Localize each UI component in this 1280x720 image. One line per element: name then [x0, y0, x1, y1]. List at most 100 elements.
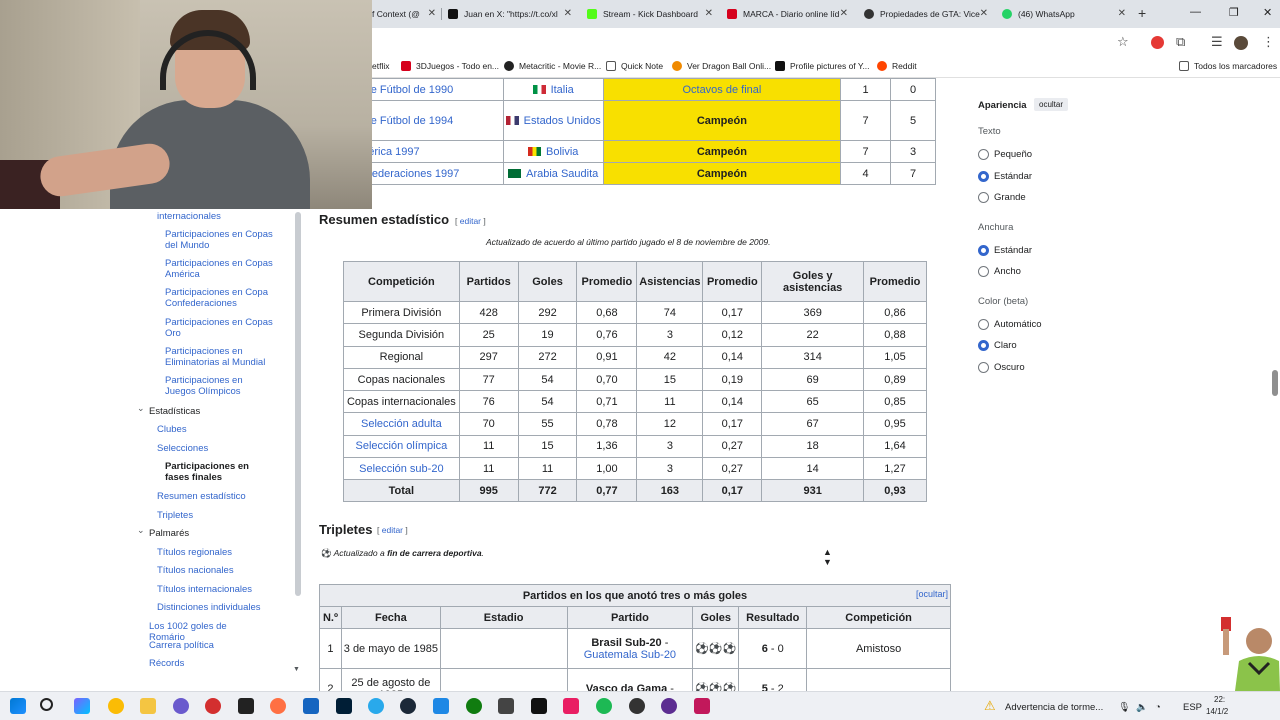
toc-item[interactable]: Títulos nacionales	[157, 565, 267, 576]
hide-table-link[interactable]: [ocultar]	[916, 589, 948, 599]
toc-scrollbar[interactable]	[295, 212, 301, 596]
file-explorer-icon[interactable]	[140, 698, 156, 714]
app-icon[interactable]	[270, 698, 286, 714]
radio-checked-icon[interactable]	[978, 244, 989, 256]
close-tab-icon[interactable]: ✕	[980, 8, 988, 19]
minimize-icon[interactable]: —	[1190, 6, 1201, 18]
restore-icon[interactable]: ❐	[1229, 6, 1239, 19]
warning-icon[interactable]: ⚠	[984, 698, 1000, 714]
edit-link-resumen[interactable]: [ editar ]	[455, 216, 486, 226]
radio-unchecked-icon[interactable]	[978, 318, 989, 330]
toc-item[interactable]: Récords	[149, 658, 259, 669]
radio-unchecked-icon[interactable]	[978, 192, 989, 203]
clock-time[interactable]: 22:	[1214, 695, 1225, 704]
copilot-icon[interactable]	[74, 698, 90, 714]
weather-alert[interactable]: Advertencia de torme...	[1005, 702, 1103, 713]
app-icon[interactable]	[563, 698, 579, 714]
capcut-icon[interactable]	[531, 698, 547, 714]
clock-date[interactable]: 14/1/2	[1206, 707, 1228, 716]
toc-item[interactable]: Estadísticas	[149, 406, 259, 417]
photoshop-icon[interactable]	[336, 698, 352, 714]
app-icon[interactable]	[661, 698, 677, 714]
note-link[interactable]: fin de carrera deportiva	[387, 548, 481, 558]
competition-cell[interactable]: Selección adulta	[343, 412, 460, 436]
bookmark-item[interactable]: 3DJuegos - Todo en...	[401, 61, 499, 71]
competition-cell[interactable]: Selección olímpica	[343, 434, 460, 459]
extensions-puzzle-icon[interactable]: ⧉	[1176, 34, 1185, 50]
extension-icon[interactable]	[1151, 36, 1164, 49]
browser-tab[interactable]: MARCA - Diario online líd ✕	[727, 4, 852, 24]
radio-unchecked-icon[interactable]	[978, 361, 989, 373]
appearance-radio-option[interactable]: Ancho	[978, 266, 1021, 277]
toc-item[interactable]: Participaciones en Copa Confederaciones	[165, 287, 275, 309]
close-window-icon[interactable]: ✕	[1263, 6, 1272, 19]
close-tab-icon[interactable]: ✕	[840, 8, 848, 19]
app-icon[interactable]	[205, 698, 221, 714]
avatar[interactable]	[1234, 36, 1248, 50]
app-icon[interactable]	[433, 698, 449, 714]
mic-icon[interactable]: 🎙	[1118, 702, 1130, 713]
toc-item[interactable]: Tripletes	[157, 510, 267, 521]
toc-item[interactable]: internacionales	[157, 211, 287, 222]
all-bookmarks-folder[interactable]: Todos los marcadores	[1179, 61, 1277, 71]
close-tab-icon[interactable]: ✕	[1118, 8, 1126, 19]
scroll-down-arrow-icon[interactable]: ▼	[293, 666, 300, 673]
toc-item[interactable]: Participaciones en Eliminatorias al Mund…	[165, 346, 275, 368]
bookmark-item[interactable]: etflix	[372, 61, 389, 71]
language-indicator[interactable]: ESP	[1183, 702, 1202, 713]
toc-item[interactable]: Palmarés	[149, 528, 259, 539]
edit-label[interactable]: editar	[382, 525, 403, 535]
reading-list-icon[interactable]: ☰	[1211, 34, 1223, 50]
chevron-down-icon[interactable]: ⌄	[137, 403, 145, 414]
wifi-icon[interactable]: ◔	[1155, 702, 1161, 713]
app-icon[interactable]	[498, 698, 514, 714]
close-tab-icon[interactable]: ✕	[564, 8, 572, 19]
browser-tab[interactable]: (46) WhatsApp ✕	[1002, 4, 1130, 24]
telegram-icon[interactable]	[368, 698, 384, 714]
toc-item[interactable]: Participaciones en Copas del Mundo	[165, 229, 275, 251]
app-icon[interactable]	[694, 698, 710, 714]
toc-item[interactable]: Participaciones en fases finales	[165, 461, 275, 483]
steam-icon[interactable]	[400, 698, 416, 714]
host-link[interactable]: Arabia Saudita	[526, 168, 598, 180]
xbox-icon[interactable]	[466, 698, 482, 714]
appearance-radio-option[interactable]: Claro	[978, 340, 1017, 351]
obs-icon[interactable]	[629, 698, 645, 714]
toc-item[interactable]: Carrera política	[149, 640, 259, 651]
appearance-radio-option[interactable]: Pequeño	[978, 149, 1032, 160]
new-tab-icon[interactable]: +	[1138, 5, 1146, 21]
browser-tab[interactable]: Stream - Kick Dashboard ✕	[587, 4, 717, 24]
browser-tab[interactable]: Propiedades de GTA: Vice ✕	[864, 4, 992, 24]
host-link[interactable]: Italia	[551, 84, 574, 96]
toc-item[interactable]: Títulos internacionales	[157, 584, 267, 595]
toc-item[interactable]: Resumen estadístico	[157, 491, 267, 502]
search-icon[interactable]	[40, 698, 53, 711]
menu-kebab-icon[interactable]: ⋮	[1262, 34, 1275, 50]
host-link[interactable]: Bolivia	[546, 146, 578, 158]
browser-tab[interactable]: Juan en X: "https://t.co/xl ✕	[448, 4, 576, 24]
radio-checked-icon[interactable]	[978, 340, 989, 351]
appearance-radio-option[interactable]: Grande	[978, 192, 1026, 203]
volume-icon[interactable]: 🔈	[1136, 702, 1148, 713]
appearance-radio-option[interactable]: Estándar	[978, 244, 1032, 256]
windows-start-icon[interactable]	[10, 698, 26, 714]
toc-item[interactable]: Participaciones en Copas Oro	[165, 317, 275, 339]
close-tab-icon[interactable]: ✕	[705, 8, 713, 19]
toc-item[interactable]: Selecciones	[157, 443, 267, 454]
away-team[interactable]: Guatemala Sub-20	[584, 649, 676, 661]
radio-unchecked-icon[interactable]	[978, 266, 989, 277]
hide-appearance-button[interactable]: ocultar	[1034, 98, 1069, 111]
bookmark-star-icon[interactable]: ☆	[1117, 34, 1129, 50]
chrome-icon[interactable]	[108, 698, 124, 714]
toc-item[interactable]: Participaciones en Juegos Olímpicos	[165, 375, 275, 397]
appearance-radio-option[interactable]: Oscuro	[978, 361, 1025, 373]
radio-checked-icon[interactable]	[978, 170, 989, 182]
edit-label[interactable]: editar	[460, 216, 481, 226]
toc-item[interactable]: Participaciones en Copas América	[165, 258, 275, 280]
bookmark-item[interactable]: Metacritic - Movie R...	[504, 61, 601, 71]
chevron-down-icon[interactable]: ⌄	[137, 525, 145, 536]
appearance-radio-option[interactable]: Estándar	[978, 170, 1032, 182]
spotify-icon[interactable]	[596, 698, 612, 714]
bookmark-item[interactable]: Reddit	[877, 61, 917, 71]
host-link[interactable]: Estados Unidos	[524, 115, 601, 127]
